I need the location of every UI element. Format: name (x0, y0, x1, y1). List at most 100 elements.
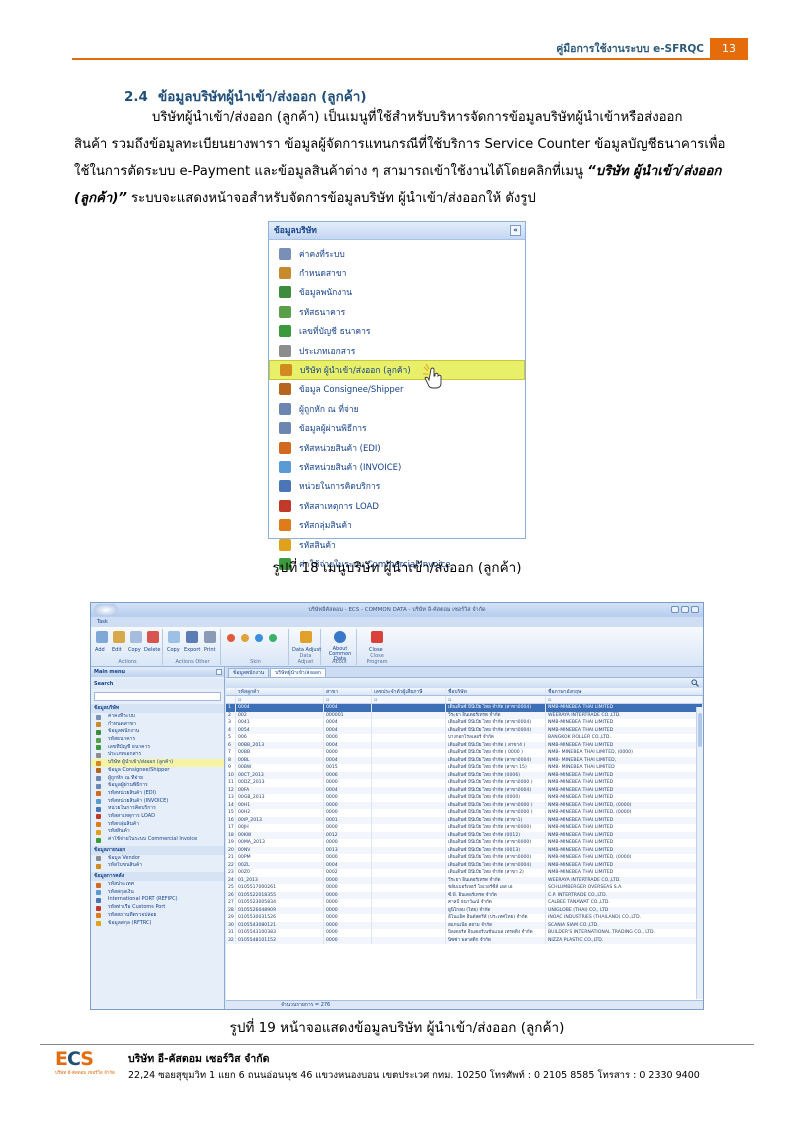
left-menu-item[interactable]: รหัสสถานที่ตรวจปล่อย (91, 912, 224, 920)
menu-item[interactable]: ประเภทเอกสาร (269, 341, 525, 360)
column-header[interactable]: ชื่อบริษัท (446, 688, 546, 695)
table-row[interactable]: 21 00PM 0000 เด็นเด็นซ์ มินีเบีย ไทย จำกัด … (226, 854, 703, 862)
table-row[interactable]: 6 00BB_2013 0004 เด็นเด็นซ์ มินีเบีย ไทย จำ… (226, 741, 703, 749)
left-menu-item[interactable]: ค่าคงที่ระบบ (91, 713, 224, 721)
menu-item[interactable]: หน่วยในการคิดบริการ (269, 477, 525, 496)
collapse-icon[interactable]: « (510, 225, 521, 236)
menu-item[interactable]: เลขที่บัญชี ธนาคาร (269, 322, 525, 341)
column-header[interactable]: ชื่อภาษาอังกฤษ (546, 688, 703, 695)
left-menu-group-title[interactable]: ข้อมูลการคลัง (91, 872, 224, 882)
table-row[interactable]: 5 006 0000 บางกอกโรลเลอร์ จำกัด BANGKOK ROLL… (226, 734, 703, 742)
delete-button[interactable]: Delete (144, 647, 160, 653)
table-row[interactable]: 3 0041 0004 เด็นเด็นซ์ มินีเบีย ไทย จำกัด (… (226, 719, 703, 727)
left-menu-item[interactable]: รหัสสินค้า (91, 828, 224, 836)
close-window-icon[interactable] (691, 606, 699, 613)
table-row[interactable]: 11 00DZ_2013 0000 เด็นเด็นซ์ มินีเบีย ไทย จ… (226, 779, 703, 787)
left-menu-item[interactable]: รหัสธนาคาร (91, 736, 224, 744)
table-row[interactable]: 16 00IP_2013 0001 เด็นเด็นซ์ มินีเบีย ไทย จ… (226, 816, 703, 824)
menu-item[interactable]: ค่าคงที่ระบบ (269, 244, 525, 263)
delete-icon[interactable] (147, 631, 159, 643)
edit-icon[interactable] (113, 631, 125, 643)
table-row[interactable]: 28 0105526048909 0000 ยูนิโกลบ (ไทย) จำกัด U… (226, 906, 703, 914)
vertical-scrollbar[interactable] (696, 707, 703, 999)
table-row[interactable]: 31 0105543100383 0000 บิลเดอร์ส อินเตอร์เนช… (226, 929, 703, 937)
app-menu-orb-icon[interactable] (94, 604, 118, 616)
left-menu-item[interactable]: ประเภทเอกสาร (91, 751, 224, 759)
menu-item[interactable]: รหัสหน่วยสินค้า (EDI) (269, 438, 525, 457)
table-row[interactable]: 25 0105517000261 0000 ชลัมเบอร์เจอร์ โอเวอร… (226, 884, 703, 892)
table-row[interactable]: 30 0105543080121 0000 สแกนเนีย สยาม จำกัด SC… (226, 921, 703, 929)
table-row[interactable]: 17 00JH 0000 เด็นเด็นซ์ มินีเบีย ไทย จำกัด … (226, 824, 703, 832)
print-icon[interactable] (204, 631, 216, 643)
grid-filter-row[interactable]: ▫ ▫ ▫ ▫ ▫ (226, 696, 703, 704)
left-menu-item[interactable]: ข้อมูลผู้ผ่านพิธีการ (91, 782, 224, 790)
edit-button[interactable]: Edit (112, 647, 122, 653)
print-button[interactable]: Print (204, 647, 216, 653)
table-row[interactable]: 2 002 000001 วีระยา อินเตอร์เทรด จำกัด WEERA… (226, 711, 703, 719)
menu-item[interactable]: รหัสสินค้า (269, 535, 525, 554)
search-input[interactable] (94, 692, 221, 701)
copy-button[interactable]: Copy (128, 647, 141, 653)
pane-pin-icon[interactable] (216, 669, 222, 675)
table-row[interactable]: 15 00H2 0000 เด็นเด็นซ์ มินีเบีย ไทย จำกัด … (226, 809, 703, 817)
copy-icon[interactable] (130, 631, 142, 643)
menu-item[interactable]: รหัสสาเหตุการ LOAD (269, 496, 525, 515)
left-menu-item[interactable]: หน่วยในการคิดบริการ (91, 805, 224, 813)
menu-item[interactable]: ผู้ถูกหัก ณ ที่จ่าย (269, 399, 525, 418)
table-row[interactable]: 7 00BB 0000 เด็นเด็นซ์ มินีเบีย ไทย จำกัด (… (226, 749, 703, 757)
data-adjust-icon[interactable] (300, 631, 312, 643)
column-header[interactable]: เลขประจำตัวผู้เสียภาษี (372, 688, 446, 695)
left-menu-item[interactable]: ค่าใช้จ่ายในระบบ Commercial Invoice (91, 836, 224, 844)
info-icon[interactable] (334, 631, 346, 643)
left-menu-item[interactable]: ผู้ถูกหัก ณ ที่จ่าย (91, 775, 224, 783)
table-row[interactable]: 13 00GB_2013 0000 เด็นเด็นซ์ มินีเบีย ไทย จ… (226, 794, 703, 802)
maximize-icon[interactable] (681, 606, 689, 613)
table-row[interactable]: 29 0105530031526 0000 อีโนแอ็ค อินดัสตรีส์ … (226, 914, 703, 922)
left-menu-item[interactable]: ข้อมูล Consignee/Shipper (91, 767, 224, 775)
table-row[interactable]: 32 0105548101152 0000 นิซซ่า พลาสติก จำกัด N… (226, 936, 703, 944)
table-row[interactable]: 12 00FA 0004 เด็นเด็นซ์ มินีเบีย ไทย จำกัด … (226, 786, 703, 794)
table-row[interactable]: 9 00BW 0015 เด็นเด็นซ์ มินีเบีย ไทย จำกัด (… (226, 764, 703, 772)
menu-item[interactable]: รหัสธนาคาร (269, 302, 525, 321)
table-row[interactable]: 1 0004 0004 เด็นเด็นซ์ มินีเบีย ไทย จำกัด (… (226, 704, 703, 712)
left-menu-item[interactable]: เลขที่บัญชี ธนาคาร (91, 744, 224, 752)
left-menu-item[interactable]: ข้อมูลสกุล (RFTRC) (91, 920, 224, 928)
skin-swatch-icon[interactable] (255, 634, 263, 642)
menu-item[interactable]: บริษัท ผู้นำเข้า/ส่งออก (ลูกค้า) (269, 360, 525, 389)
table-row[interactable]: 4 0054 0004 เด็นเด็นซ์ มินีเบีย ไทย จำกัด (… (226, 726, 703, 734)
left-menu-item[interactable]: รหัสสกุลเงิน (91, 889, 224, 897)
table-row[interactable]: 18 00KW 0012 เด็นเด็นซ์ มินีเบีย ไทย จำกัด … (226, 831, 703, 839)
table-row[interactable]: 20 00NV 0013 เด็นเด็นซ์ มินีเบีย ไทย จำกัด … (226, 846, 703, 854)
table-row[interactable]: 23 00Z0 0002 เด็นเด็นซ์ มินีเบีย ไทย จำกัด … (226, 869, 703, 877)
export-button[interactable]: Export (184, 647, 200, 653)
menu-item[interactable]: กำหนดสาขา (269, 263, 525, 282)
tab-employee[interactable]: ข้อมูลพนักงาน (228, 668, 270, 677)
menu-item[interactable]: ข้อมูลผู้ผ่านพิธีการ (269, 419, 525, 438)
left-menu-item[interactable]: บริษัท ผู้นำเข้า/ส่งออก (ลูกค้า) (91, 759, 224, 767)
left-menu-item[interactable]: กำหนดสาขา (91, 721, 224, 729)
left-menu-item[interactable]: รหัสสาเหตุการ LOAD (91, 813, 224, 821)
add-icon[interactable] (96, 631, 108, 643)
table-row[interactable]: 10 00CT_2013 0006 เด็นเด็นซ์ มินีเบีย ไทย จ… (226, 771, 703, 779)
copy-other-icon[interactable] (168, 631, 180, 643)
close-program-icon[interactable] (371, 631, 383, 643)
add-button[interactable]: Add (95, 647, 105, 653)
column-header[interactable]: รหัสลูกค้า (236, 688, 324, 695)
table-row[interactable]: 22 00ZL 0004 เด็นเด็นซ์ มินีเบีย ไทย จำกัด … (226, 861, 703, 869)
left-menu-group-title[interactable]: ข้อมูลบริษัท (91, 704, 224, 713)
left-menu-item[interactable]: รหัสท่าเรือ Customs Port (91, 904, 224, 912)
copy-other-button[interactable]: Copy (167, 647, 180, 653)
table-row[interactable]: 8 00BL 0004 เด็นเด็นซ์ มินีเบีย ไทย จำกัด (… (226, 756, 703, 764)
left-menu-item[interactable]: รหัสกลุ่มสินค้า (91, 821, 224, 829)
column-header[interactable]: สาขา (324, 688, 372, 695)
ribbon-tab-task[interactable]: Task (91, 617, 703, 627)
menu-item[interactable]: ข้อมูล Consignee/Shipper (269, 380, 525, 399)
table-row[interactable]: 19 00MA_2013 0000 เด็นเด็นซ์ มินีเบีย ไทย จ… (226, 839, 703, 847)
table-row[interactable]: 27 0105523005834 0000 คาลบี้ ธนาวัฒน์ จำกัด… (226, 899, 703, 907)
left-menu-item[interactable]: รหัสประเทศ (91, 881, 224, 889)
find-icon[interactable] (691, 679, 699, 687)
left-menu-item[interactable]: รหัสหน่วยสินค้า (INVOICE) (91, 798, 224, 806)
menu-item[interactable]: รหัสหน่วยสินค้า (INVOICE) (269, 457, 525, 476)
left-menu-item[interactable]: รหัสใบขนสินค้า (91, 862, 224, 870)
tab-importer-exporter[interactable]: บริษัทผู้นำเข้า/ส่งออก (270, 668, 326, 677)
